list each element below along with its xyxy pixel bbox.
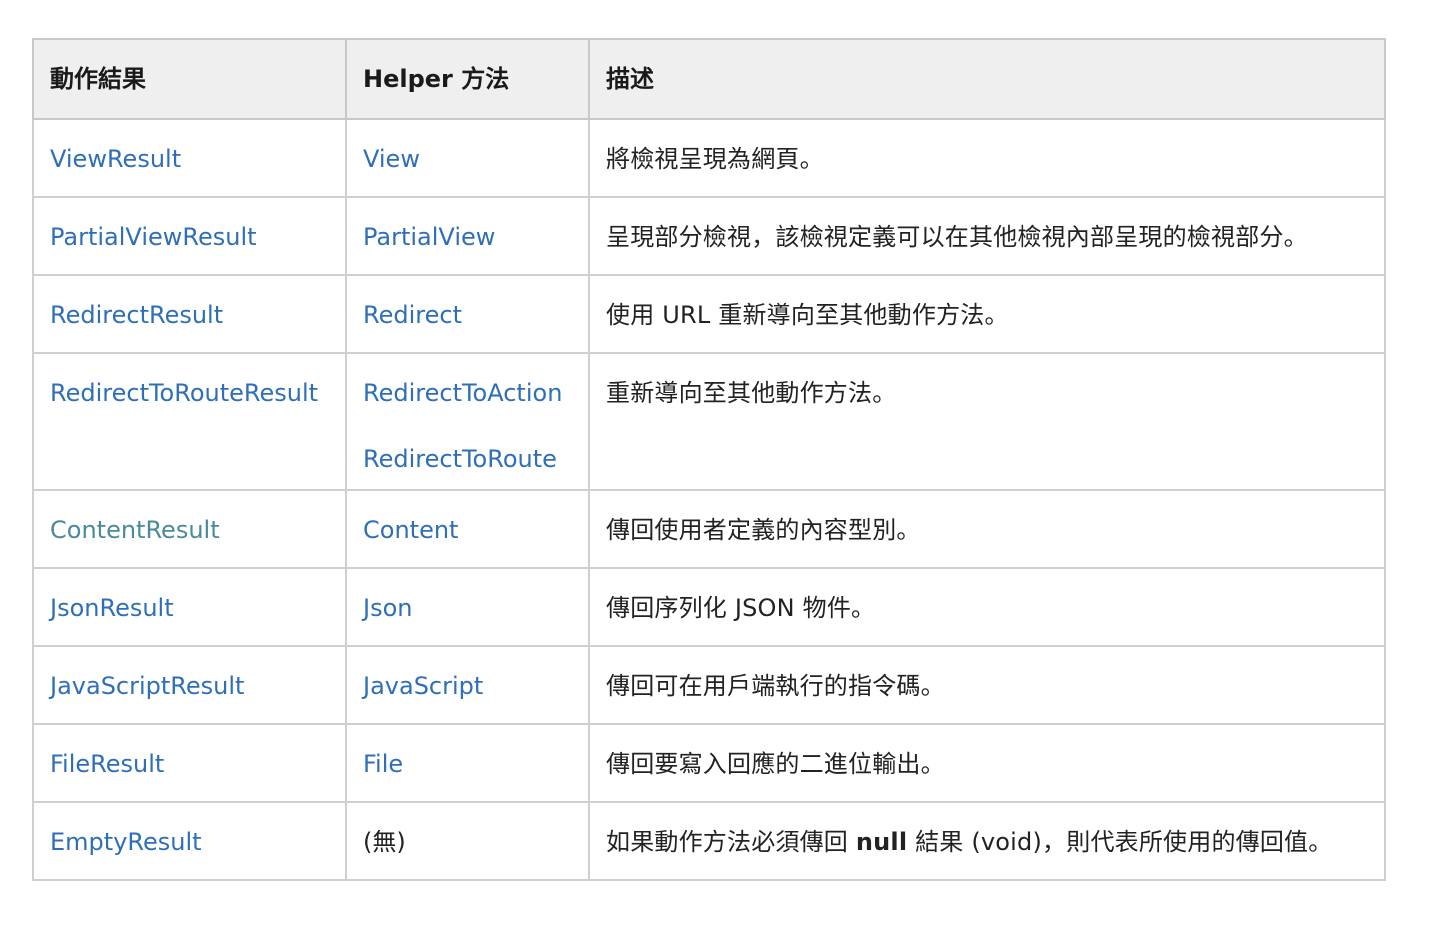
description-cell: 呈現部分檢視，該檢視定義可以在其他檢視內部呈現的檢視部分。 bbox=[588, 196, 1386, 276]
header-description: 描述 bbox=[588, 38, 1386, 120]
result-link-redirecttorouteresult[interactable]: RedirectToRouteResult bbox=[50, 379, 318, 407]
helper-link-json[interactable]: Json bbox=[363, 594, 412, 622]
description-cell: 將檢視呈現為網頁。 bbox=[588, 118, 1386, 198]
result-link-javascriptresult[interactable]: JavaScriptResult bbox=[50, 672, 244, 700]
helper-link-redirecttoaction[interactable]: RedirectToAction bbox=[363, 379, 572, 407]
header-helper-method: Helper 方法 bbox=[345, 38, 590, 120]
result-cell: ViewResult bbox=[32, 118, 347, 198]
description-text: 將檢視呈現為網頁。 bbox=[606, 145, 824, 173]
result-link-emptyresult[interactable]: EmptyResult bbox=[50, 828, 202, 856]
helper-cell: Content bbox=[345, 489, 590, 569]
description-text: 傳回序列化 JSON 物件。 bbox=[606, 594, 876, 622]
result-cell: JsonResult bbox=[32, 567, 347, 647]
description-text: 傳回使用者定義的內容型別。 bbox=[606, 516, 921, 544]
result-link-redirectresult[interactable]: RedirectResult bbox=[50, 301, 223, 329]
result-cell: PartialViewResult bbox=[32, 196, 347, 276]
table-row: JavaScriptResult JavaScript 傳回可在用戶端執行的指令… bbox=[32, 645, 1386, 725]
result-cell: JavaScriptResult bbox=[32, 645, 347, 725]
description-text: 使用 URL 重新導向至其他動作方法。 bbox=[606, 301, 1009, 329]
helper-cell: Json bbox=[345, 567, 590, 647]
null-keyword: null bbox=[855, 828, 908, 856]
description-cell: 傳回序列化 JSON 物件。 bbox=[588, 567, 1386, 647]
description-cell: 使用 URL 重新導向至其他動作方法。 bbox=[588, 274, 1386, 354]
content-area: 動作結果 Helper 方法 描述 ViewResult View 將檢視呈現為… bbox=[32, 38, 1386, 881]
table-body: ViewResult View 將檢視呈現為網頁。 PartialViewRes… bbox=[32, 118, 1386, 881]
description-text-part: 結果 (void)，則代表所使用的傳回值。 bbox=[907, 828, 1333, 856]
helper-link-file[interactable]: File bbox=[363, 750, 403, 778]
result-link-jsonresult[interactable]: JsonResult bbox=[50, 594, 174, 622]
helper-link-partialview[interactable]: PartialView bbox=[363, 223, 495, 251]
description-text: 傳回可在用戶端執行的指令碼。 bbox=[606, 672, 945, 700]
result-link-fileresult[interactable]: FileResult bbox=[50, 750, 164, 778]
description-text: 如果動作方法必須傳回 null 結果 (void)，則代表所使用的傳回值。 bbox=[606, 828, 1332, 856]
table-row: EmptyResult (無) 如果動作方法必須傳回 null 結果 (void… bbox=[32, 801, 1386, 881]
helper-cell: RedirectToAction RedirectToRoute bbox=[345, 352, 590, 491]
helper-cell: View bbox=[345, 118, 590, 198]
header-row: 動作結果 Helper 方法 描述 bbox=[32, 38, 1386, 120]
helper-cell: (無) bbox=[345, 801, 590, 881]
helper-cell: PartialView bbox=[345, 196, 590, 276]
description-text: 呈現部分檢視，該檢視定義可以在其他檢視內部呈現的檢視部分。 bbox=[606, 223, 1308, 251]
helper-none-text: (無) bbox=[363, 828, 406, 856]
helper-cell: JavaScript bbox=[345, 645, 590, 725]
description-cell: 如果動作方法必須傳回 null 結果 (void)，則代表所使用的傳回值。 bbox=[588, 801, 1386, 881]
helper-link-redirecttoroute[interactable]: RedirectToRoute bbox=[363, 445, 572, 473]
description-cell: 傳回使用者定義的內容型別。 bbox=[588, 489, 1386, 569]
table-row: ContentResult Content 傳回使用者定義的內容型別。 bbox=[32, 489, 1386, 569]
result-cell: RedirectResult bbox=[32, 274, 347, 354]
helper-link-javascript[interactable]: JavaScript bbox=[363, 672, 483, 700]
result-cell: EmptyResult bbox=[32, 801, 347, 881]
table-row: RedirectToRouteResult RedirectToAction R… bbox=[32, 352, 1386, 491]
result-link-viewresult[interactable]: ViewResult bbox=[50, 145, 181, 173]
description-cell: 重新導向至其他動作方法。 bbox=[588, 352, 1386, 491]
result-cell: RedirectToRouteResult bbox=[32, 352, 347, 491]
result-link-contentresult[interactable]: ContentResult bbox=[50, 516, 220, 544]
header-action-result: 動作結果 bbox=[32, 38, 347, 120]
table-header: 動作結果 Helper 方法 描述 bbox=[32, 38, 1386, 120]
result-link-partialviewresult[interactable]: PartialViewResult bbox=[50, 223, 257, 251]
table-row: JsonResult Json 傳回序列化 JSON 物件。 bbox=[32, 567, 1386, 647]
description-cell: 傳回可在用戶端執行的指令碼。 bbox=[588, 645, 1386, 725]
description-text: 重新導向至其他動作方法。 bbox=[606, 379, 897, 407]
table-row: RedirectResult Redirect 使用 URL 重新導向至其他動作… bbox=[32, 274, 1386, 354]
result-cell: FileResult bbox=[32, 723, 347, 803]
description-text: 傳回要寫入回應的二進位輸出。 bbox=[606, 750, 945, 778]
table-row: PartialViewResult PartialView 呈現部分檢視，該檢視… bbox=[32, 196, 1386, 276]
table-row: FileResult File 傳回要寫入回應的二進位輸出。 bbox=[32, 723, 1386, 803]
helper-link-redirect[interactable]: Redirect bbox=[363, 301, 462, 329]
result-cell: ContentResult bbox=[32, 489, 347, 569]
description-text-part: 如果動作方法必須傳回 bbox=[606, 828, 856, 856]
helper-link-view[interactable]: View bbox=[363, 145, 420, 173]
table-row: ViewResult View 將檢視呈現為網頁。 bbox=[32, 118, 1386, 198]
helper-cell: Redirect bbox=[345, 274, 590, 354]
helper-cell: File bbox=[345, 723, 590, 803]
helper-link-content[interactable]: Content bbox=[363, 516, 458, 544]
description-cell: 傳回要寫入回應的二進位輸出。 bbox=[588, 723, 1386, 803]
action-results-table: 動作結果 Helper 方法 描述 ViewResult View 將檢視呈現為… bbox=[32, 38, 1386, 881]
